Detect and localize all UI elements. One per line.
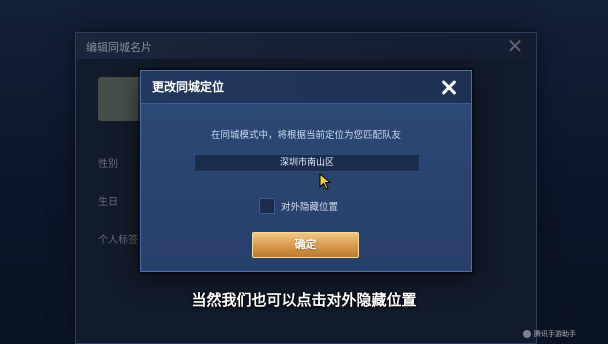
mouse-cursor-icon [319, 173, 332, 190]
change-location-dialog: 更改同城定位 在同城模式中，将根据当前定位为您匹配队友 深圳市南山区 对外隐藏位… [140, 70, 472, 272]
hide-location-checkbox[interactable] [259, 198, 275, 214]
video-subtitle: 当然我们也可以点击对外隐藏位置 [191, 291, 417, 309]
dialog-description: 在同城模式中，将根据当前定位为您匹配队友 [210, 130, 401, 141]
hide-location-label[interactable]: 对外隐藏位置 [281, 199, 338, 213]
location-field[interactable]: 深圳市南山区 [194, 154, 420, 172]
watermark-logo-icon [523, 330, 531, 338]
close-icon[interactable] [437, 75, 461, 99]
watermark-text: 腾讯手游助手 [534, 330, 576, 338]
dialog-title: 更改同城定位 [152, 80, 225, 94]
dialog-header: 更改同城定位 [141, 71, 471, 104]
confirm-button[interactable]: 确定 [252, 232, 359, 258]
